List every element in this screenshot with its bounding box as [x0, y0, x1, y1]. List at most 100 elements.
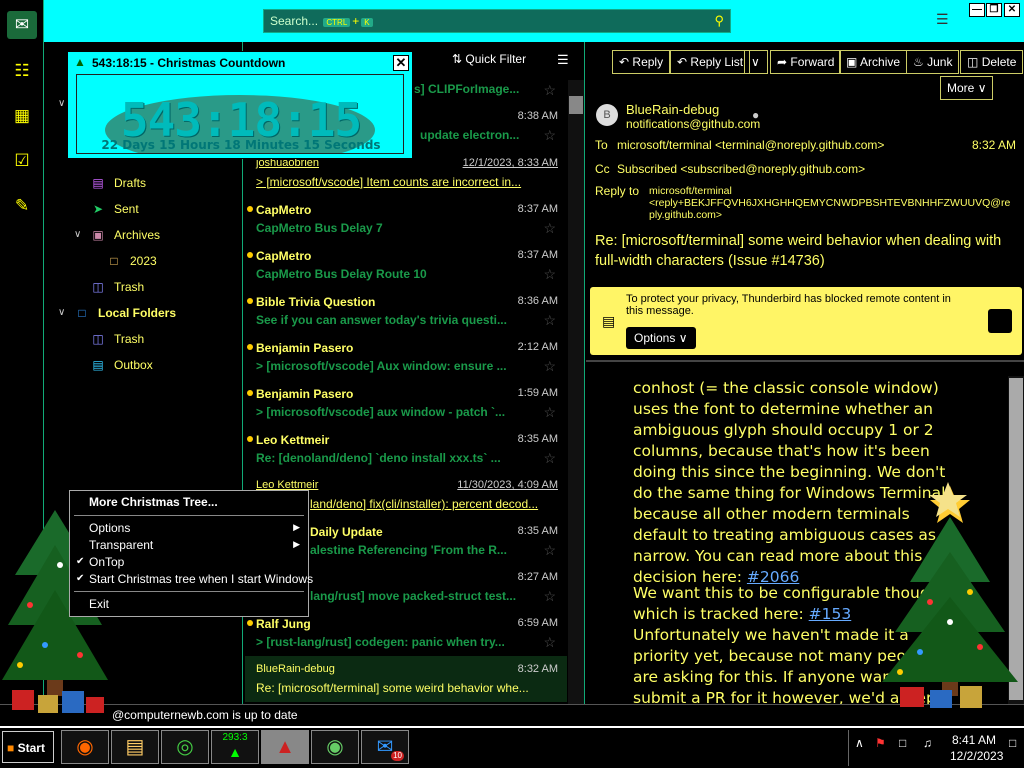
- archives-icon: ▣: [92, 228, 104, 242]
- list-settings-icon[interactable]: ☰: [557, 52, 569, 68]
- contact-icon[interactable]: ●: [752, 108, 759, 122]
- chevron-down-icon[interactable]: ∨: [58, 307, 65, 318]
- star-icon[interactable]: ☆: [543, 312, 556, 329]
- app-menu-icon[interactable]: ☰: [936, 12, 952, 26]
- privacy-options-button[interactable]: Options ∨: [626, 327, 696, 349]
- message-date: 2:12 AM: [517, 341, 558, 353]
- archive-button[interactable]: ▣ Archive: [839, 50, 908, 74]
- gnome-icon[interactable]: ▲: [261, 730, 309, 764]
- reply-button[interactable]: ↶ Reply: [612, 50, 671, 74]
- drafts-icon: ▤: [92, 176, 104, 190]
- message-row[interactable]: Bible Trivia Question 8:36 AM See if you…: [247, 295, 558, 331]
- search-icon[interactable]: ⚲: [714, 13, 724, 29]
- folder-archives[interactable]: ▣ Archives: [90, 228, 160, 242]
- star-icon[interactable]: ☆: [543, 588, 556, 605]
- message-row[interactable]: joshuaobrien 12/1/2023, 8:33 AM > [micro…: [256, 157, 558, 193]
- search-input[interactable]: Search... CTRL + K ⚲: [263, 9, 731, 33]
- quick-filter-button[interactable]: ⇅ Quick Filter: [452, 52, 526, 66]
- folder-local-folders[interactable]: □ Local Folders: [74, 306, 176, 320]
- star-icon[interactable]: ☆: [543, 404, 556, 421]
- star-icon[interactable]: ☆: [543, 450, 556, 467]
- star-icon[interactable]: ☆: [543, 358, 556, 375]
- reply-to-line2[interactable]: <reply+BEKJFFQVH6JXHGHHQEMYCNWDPBSHTEVBN…: [649, 197, 1010, 209]
- folder-outbox[interactable]: ▤ Outbox: [90, 358, 152, 372]
- close-window-button[interactable]: ✕: [1004, 3, 1020, 17]
- file-explorer-icon[interactable]: ▤: [111, 730, 159, 764]
- delete-icon: ◫: [967, 55, 979, 69]
- message-sender: Benjamin Pasero: [256, 387, 354, 401]
- start-button[interactable]: ■ Start: [2, 731, 54, 763]
- menu-item-options[interactable]: Options: [89, 521, 130, 535]
- clock-date[interactable]: 12/2/2023: [950, 749, 1003, 763]
- address-book-icon[interactable]: ☷: [7, 57, 37, 85]
- menu-item-transparent[interactable]: Transparent: [89, 538, 153, 552]
- reply-list-button[interactable]: ↶ Reply List: [670, 50, 751, 74]
- folder-2023[interactable]: □ 2023: [106, 254, 156, 268]
- tasks-icon[interactable]: ☑: [7, 147, 37, 175]
- chevron-down-icon[interactable]: ∨: [74, 229, 81, 240]
- close-icon[interactable]: ✕: [393, 55, 409, 71]
- message-row[interactable]: Benjamin Pasero 2:12 AM > [microsoft/vsc…: [247, 341, 558, 377]
- minimize-button[interactable]: —: [969, 3, 985, 17]
- star-icon[interactable]: ☆: [543, 127, 556, 144]
- message-subject: See if you can answer today's trivia que…: [256, 313, 507, 327]
- list-scrollbar-thumb[interactable]: [569, 96, 583, 114]
- reply-to-line1[interactable]: microsoft/terminal: [649, 185, 732, 197]
- tree-app-icon[interactable]: ◉: [311, 730, 359, 764]
- star-icon[interactable]: ☆: [543, 220, 556, 237]
- menu-separator: [74, 515, 304, 516]
- from-name[interactable]: BlueRain-debug: [626, 102, 719, 117]
- star-icon[interactable]: ☆: [543, 266, 556, 283]
- notifications-icon[interactable]: □: [1009, 736, 1016, 750]
- flag-icon[interactable]: ⚑: [875, 736, 886, 750]
- trash-icon: ◫: [92, 332, 104, 346]
- countdown-taskbar-button[interactable]: 293:3 ▲: [211, 730, 259, 764]
- mail-icon[interactable]: ✉: [7, 11, 37, 39]
- to-value[interactable]: microsoft/terminal <terminal@noreply.git…: [617, 138, 884, 152]
- folder-sent[interactable]: ➤ Sent: [90, 202, 139, 216]
- junk-button[interactable]: ♨ Junk: [906, 50, 960, 74]
- star-icon[interactable]: ☆: [543, 542, 556, 559]
- thunderbird-icon[interactable]: ✉ 10: [361, 730, 409, 764]
- shortcut-key: K: [361, 18, 373, 27]
- delete-button[interactable]: ◫ Delete: [960, 50, 1024, 74]
- more-button[interactable]: More ∨: [940, 76, 994, 100]
- star-icon[interactable]: ☆: [543, 82, 556, 99]
- forward-button[interactable]: ➦ Forward: [770, 50, 842, 74]
- menu-item-more-trees[interactable]: More Christmas Tree...: [89, 495, 218, 509]
- local-folders-icon: □: [78, 306, 86, 320]
- reply-to-line3[interactable]: ply.github.com>: [649, 209, 722, 221]
- folder-local-trash[interactable]: ◫ Trash: [90, 332, 144, 346]
- menu-item-start-with-windows[interactable]: Start Christmas tree when I start Window…: [89, 572, 313, 586]
- message-row[interactable]: Leo Kettmeir 8:35 AM Re: [denoland/deno]…: [247, 433, 558, 469]
- firefox-icon[interactable]: ◉: [61, 730, 109, 764]
- close-notice-button[interactable]: [988, 309, 1012, 333]
- chevron-down-icon[interactable]: ∨: [58, 98, 65, 109]
- clock-time[interactable]: 8:41 AM: [952, 733, 996, 747]
- issue-link-153[interactable]: #153: [809, 605, 852, 623]
- star-icon[interactable]: ☆: [543, 634, 556, 651]
- unread-badge: 10: [391, 751, 404, 761]
- folder-trash[interactable]: ◫ Trash: [90, 280, 144, 294]
- chrome-icon[interactable]: ◎: [161, 730, 209, 764]
- chat-icon[interactable]: ✎: [7, 192, 37, 220]
- folder-drafts[interactable]: ▤ Drafts: [90, 176, 146, 190]
- message-row[interactable]: Benjamin Pasero 1:59 AM > [microsoft/vsc…: [247, 387, 558, 423]
- message-row[interactable]: Ralf Jung 6:59 AM > [rust-lang/rust] cod…: [247, 617, 558, 653]
- restore-button[interactable]: ❐: [986, 3, 1002, 17]
- message-row[interactable]: CapMetro 8:37 AM CapMetro Bus Delay 7 ☆: [247, 203, 558, 239]
- christmas-countdown-window[interactable]: ▲ 543:18:15 - Christmas Countdown ✕ 543:…: [67, 51, 413, 159]
- chevron-up-icon[interactable]: ∧: [855, 736, 864, 750]
- list-scrollbar[interactable]: [568, 80, 584, 704]
- message-subject: > [microsoft/vscode] Aux window: ensure …: [256, 359, 507, 373]
- calendar-icon[interactable]: ▦: [7, 102, 37, 130]
- reply-dropdown-button[interactable]: ∨: [744, 50, 768, 74]
- menu-item-ontop[interactable]: OnTop: [89, 555, 124, 569]
- cc-value[interactable]: Subscribed <subscribed@noreply.github.co…: [617, 162, 865, 176]
- from-email[interactable]: notifications@github.com: [626, 117, 760, 131]
- message-row-selected[interactable]: BlueRain-debug 8:32 AM Re: [microsoft/te…: [256, 663, 558, 699]
- message-row[interactable]: CapMetro 8:37 AM CapMetro Bus Delay Rout…: [247, 249, 558, 285]
- network-icon[interactable]: □: [899, 736, 906, 750]
- menu-item-exit[interactable]: Exit: [89, 597, 109, 611]
- volume-icon[interactable]: ♫: [923, 736, 932, 750]
